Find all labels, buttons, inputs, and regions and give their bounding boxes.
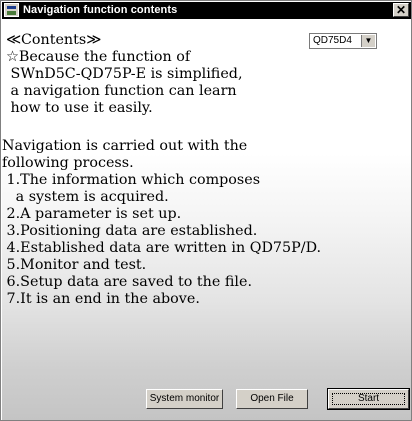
navigation-dialog: Navigation function contents ✕ ≪Contents… xyxy=(0,0,412,421)
process-step: 6.Setup data are saved to the file. xyxy=(2,274,253,290)
open-file-button[interactable]: Open File xyxy=(236,389,308,409)
close-button[interactable]: ✕ xyxy=(393,3,409,17)
process-line: following process. xyxy=(2,155,134,171)
start-button[interactable]: Start xyxy=(327,388,410,410)
process-step: 7.It is an end in the above. xyxy=(2,291,200,307)
window-title: Navigation function contents xyxy=(23,4,178,16)
system-monitor-button[interactable]: System monitor xyxy=(146,389,223,409)
chevron-down-icon[interactable]: ▼ xyxy=(361,35,375,47)
process-step: 1.The information which composes xyxy=(2,172,261,188)
focus-ring xyxy=(332,393,405,405)
process-step: 4.Established data are written in QD75P/… xyxy=(2,240,322,256)
intro-line: SWnD5C-QD75P-E is simplified, xyxy=(6,66,243,82)
title-bar[interactable]: Navigation function contents ✕ xyxy=(2,2,411,19)
process-step: 3.Positioning data are established. xyxy=(2,223,258,239)
app-icon xyxy=(4,3,19,17)
model-select[interactable]: QD75D4 ▼ xyxy=(309,33,377,49)
process-step: 5.Monitor and test. xyxy=(2,257,147,273)
contents-heading: ≪Contents≫ xyxy=(6,32,102,48)
process-line: Navigation is carried out with the xyxy=(2,138,248,154)
process-step: a system is acquired. xyxy=(2,189,169,205)
model-select-value: QD75D4 xyxy=(313,35,352,46)
intro-line: a navigation function can learn xyxy=(6,83,237,99)
contents-panel: ≪Contents≫ QD75D4 ▼ ☆Because the functio… xyxy=(2,20,411,420)
intro-line: how to use it easily. xyxy=(6,100,153,116)
process-step: 2.A parameter is set up. xyxy=(2,206,182,222)
intro-line: ☆Because the function of xyxy=(6,49,191,65)
